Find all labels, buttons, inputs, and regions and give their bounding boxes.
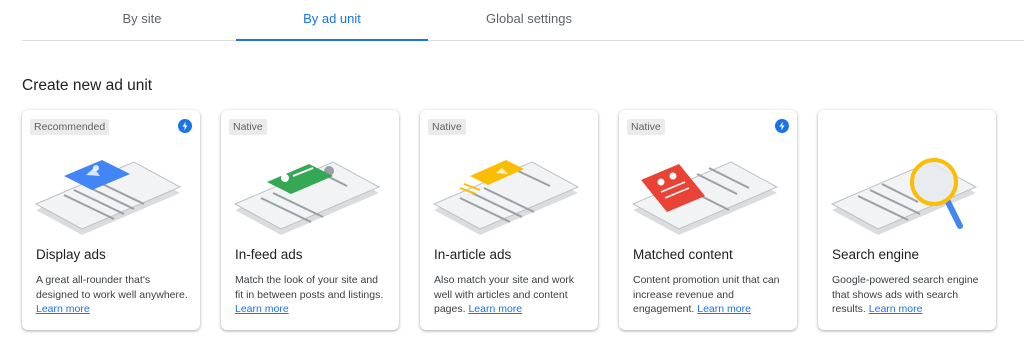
card-description: Also match your site and work well with …: [434, 274, 575, 315]
tab-global-settings[interactable]: Global settings: [428, 0, 630, 40]
display-ads-illustration: [34, 160, 182, 235]
tab-bar: By site By ad unit Global settings: [22, 0, 1024, 41]
learn-more-link[interactable]: Learn more: [235, 303, 289, 315]
card-badge: Native: [627, 119, 665, 135]
section-title: Create new ad unit: [22, 77, 153, 94]
card-description: Match the look of your site and fit in b…: [235, 274, 384, 315]
bolt-icon: [775, 119, 789, 133]
matched-content-illustration: [631, 161, 779, 235]
card-badge: Native: [229, 119, 267, 135]
active-tab-indicator: [236, 39, 428, 41]
learn-more-link[interactable]: Learn more: [869, 303, 923, 315]
card-title: Display ads: [36, 247, 106, 262]
card-description: A great all-rounder that's designed to w…: [36, 274, 188, 315]
in-feed-ads-illustration: [233, 161, 381, 235]
card-title: Matched content: [633, 247, 733, 262]
card-in-feed-ads[interactable]: Native In-feed ads Match the look of you…: [221, 110, 399, 330]
card-search-engine[interactable]: Search engine Google-powered search engi…: [818, 110, 996, 330]
card-badge: Native: [428, 119, 466, 135]
learn-more-link[interactable]: Learn more: [36, 303, 90, 315]
card-display-ads[interactable]: Recommended Display ads A great all-roun…: [22, 110, 200, 330]
learn-more-link[interactable]: Learn more: [697, 303, 751, 315]
card-badge: Recommended: [30, 119, 110, 135]
card-description: Content promotion unit that can increase…: [633, 274, 780, 315]
learn-more-link[interactable]: Learn more: [468, 303, 522, 315]
card-matched-content[interactable]: Native Matched content Content promotion…: [619, 110, 797, 330]
in-article-ads-illustration: [432, 160, 580, 235]
card-in-article-ads[interactable]: Native In-article ads Also match your si…: [420, 110, 598, 330]
search-engine-illustration: [830, 158, 978, 235]
card-description: Google-powered search engine that shows …: [832, 274, 979, 315]
bolt-icon: [178, 119, 192, 133]
tab-by-site[interactable]: By site: [62, 0, 222, 40]
card-title: In-article ads: [434, 247, 512, 262]
card-title: In-feed ads: [235, 247, 303, 262]
tab-by-ad-unit[interactable]: By ad unit: [236, 0, 428, 40]
card-title: Search engine: [832, 247, 920, 262]
